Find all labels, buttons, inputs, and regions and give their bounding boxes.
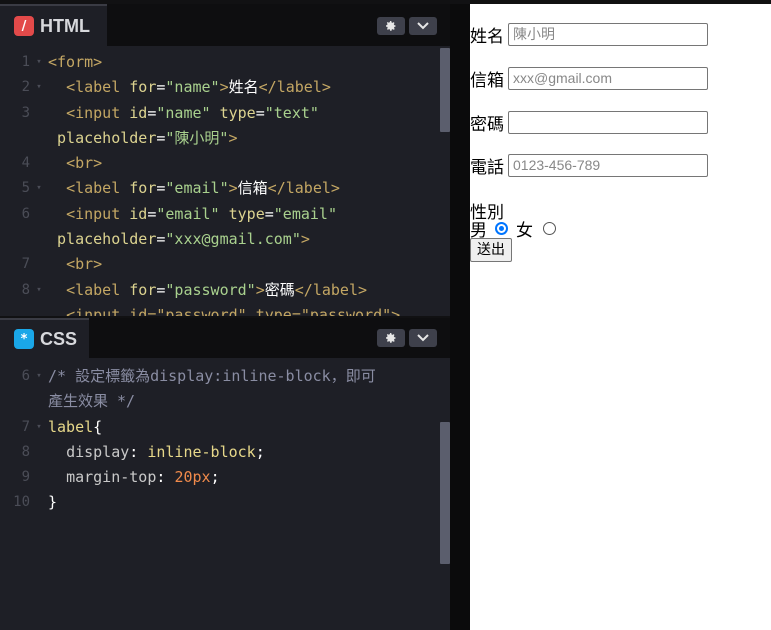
css-code-area[interactable]: 6 ▾ /* 設定標籤為display:inline-block，即可 產生效果 … [0, 364, 450, 516]
code-text: <input id="password" type="password"> [66, 305, 401, 316]
code-line: 8 ▾ <label for="password">密碼</label> [0, 278, 450, 303]
female-label: 女 [516, 221, 533, 241]
name-row: 姓名 陳小明 [470, 22, 708, 47]
code-text: <form> [48, 53, 103, 71]
fold-arrow-icon[interactable]: ▾ [30, 176, 48, 201]
line-number: 8 [21, 443, 30, 460]
code-line: 5 ▾ <label for="email">信箱</label> [0, 176, 450, 201]
code-line: 7 ▾ label{ [0, 415, 450, 440]
code-line: 6 <input id="email" type="email" [0, 202, 450, 227]
html-scrollbar[interactable] [440, 48, 450, 132]
line-number: 3 [21, 104, 30, 121]
tab-css[interactable]: * CSS [0, 318, 89, 358]
line-number [0, 303, 30, 316]
line-number: 7 [21, 256, 30, 273]
fold-arrow-icon[interactable]: ▾ [30, 75, 48, 100]
code-line: 1 ▾ <form> [0, 50, 450, 75]
html-badge-icon: / [14, 16, 34, 36]
code-line: 7 <br> [0, 252, 450, 277]
code-text: placeholder="陳小明"> [57, 128, 238, 147]
css-scrollbar[interactable] [440, 422, 450, 564]
code-line: 產生效果 */ [0, 389, 450, 414]
code-text: <br> [66, 154, 103, 173]
code-text: } [48, 493, 58, 512]
male-radio[interactable] [495, 222, 508, 235]
line-number: 8 [21, 281, 30, 298]
code-line: 3 <input id="name" type="text" [0, 101, 450, 126]
html-editor-panel: / HTML 1 ▾ <form> 2 ▾ <label for="name">姓名… [0, 4, 450, 316]
line-number: 5 [21, 180, 30, 197]
line-number: 6 [21, 205, 30, 222]
code-comment: 產生效果 */ [48, 392, 136, 411]
fold-arrow-icon[interactable]: ▾ [30, 364, 48, 389]
fold-arrow-icon[interactable]: ▾ [30, 415, 48, 440]
female-radio[interactable] [543, 222, 556, 235]
submit-button[interactable]: 送出 [470, 238, 512, 262]
css-panel-header: * CSS [0, 318, 450, 358]
code-line: placeholder="陳小明"> [0, 126, 450, 151]
code-text: display: inline-block; [66, 442, 265, 461]
code-line: 4 <br> [0, 151, 450, 176]
css-tab-label: CSS [40, 328, 78, 349]
css-settings-button[interactable] [377, 329, 405, 347]
line-number [0, 227, 30, 252]
code-line: 10 } [0, 490, 450, 515]
code-text: <br> [66, 255, 103, 274]
line-number [0, 389, 30, 414]
name-label: 姓名 [470, 27, 504, 47]
name-input[interactable]: 陳小明 [508, 23, 708, 46]
editor-column: / HTML 1 ▾ <form> 2 ▾ <label for="name">姓名… [0, 0, 470, 630]
code-text: label{ [48, 417, 103, 436]
phone-label: 電話 [470, 158, 504, 178]
code-text: <label for="name">姓名</label> [66, 78, 331, 97]
code-text: <label for="email">信箱</label> [66, 179, 340, 198]
code-text: margin-top: 20px; [66, 468, 220, 487]
line-number: 2 [21, 79, 30, 96]
line-number: 7 [21, 418, 30, 435]
email-input[interactable]: xxx@gmail.com [508, 67, 708, 90]
css-collapse-button[interactable] [409, 329, 437, 347]
html-collapse-button[interactable] [409, 17, 437, 35]
gear-icon [386, 333, 396, 343]
line-number: 10 [13, 494, 30, 511]
code-line: <input id="password" type="password"> [0, 303, 450, 316]
code-line: 6 ▾ /* 設定標籤為display:inline-block，即可 [0, 364, 450, 389]
fold-arrow-icon[interactable]: ▾ [30, 50, 48, 75]
email-label: 信箱 [470, 71, 504, 91]
code-line: 2 ▾ <label for="name">姓名</label> [0, 75, 450, 100]
css-editor-panel: * CSS 6 ▾ /* 設定標籤為display:inline-block，即可… [0, 318, 450, 630]
code-text: placeholder="xxx@gmail.com"> [57, 230, 310, 249]
html-code-area[interactable]: 1 ▾ <form> 2 ▾ <label for="name">姓名</label… [0, 50, 450, 316]
chevron-down-icon [417, 22, 429, 30]
fold-arrow-icon[interactable]: ▾ [30, 278, 48, 303]
code-text: <label for="password">密碼</label> [66, 280, 368, 299]
code-line: placeholder="xxx@gmail.com"> [0, 227, 450, 252]
html-tab-label: HTML [40, 15, 90, 36]
code-text: <input id="email" type="email" [66, 204, 337, 223]
email-row: 信箱 xxx@gmail.com [470, 66, 708, 91]
html-settings-button[interactable] [377, 17, 405, 35]
gear-icon [386, 21, 396, 31]
code-comment: /* 設定標籤為display:inline-block，即可 [48, 367, 376, 385]
code-line: 9 margin-top: 20px; [0, 465, 450, 490]
code-text: <input id="name" type="text" [66, 103, 319, 122]
code-line: 8 display: inline-block; [0, 440, 450, 465]
tab-html[interactable]: / HTML [0, 4, 107, 46]
result-preview: 姓名 陳小明 信箱 xxx@gmail.com 密碼 電話 0123-456-7… [470, 0, 771, 630]
line-number: 4 [21, 155, 30, 172]
password-row: 密碼 [470, 110, 708, 135]
phone-row: 電話 0123-456-789 [470, 153, 708, 178]
line-number: 6 [21, 368, 30, 384]
html-panel-header: / HTML [0, 4, 450, 46]
line-number: 9 [21, 469, 30, 486]
line-number: 1 [21, 54, 30, 70]
line-number [0, 126, 30, 151]
phone-input[interactable]: 0123-456-789 [508, 154, 708, 177]
password-label: 密碼 [470, 115, 504, 135]
css-badge-icon: * [14, 329, 34, 349]
password-input[interactable] [508, 111, 708, 134]
chevron-down-icon [417, 334, 429, 342]
